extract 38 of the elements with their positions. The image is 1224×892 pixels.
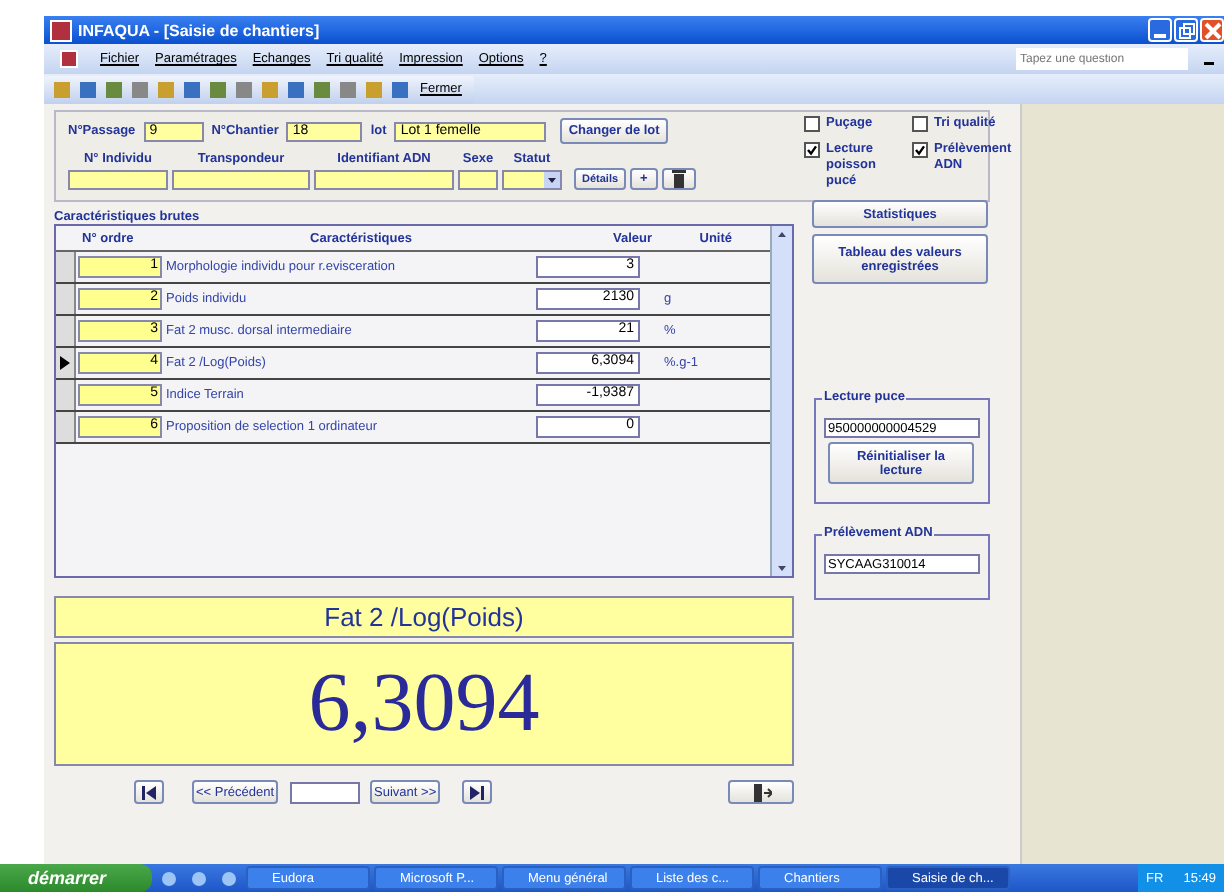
start-button[interactable]: démarrer [0, 864, 152, 892]
text-field[interactable] [172, 170, 310, 190]
quick-launch-icon[interactable] [162, 871, 176, 885]
checkbox[interactable] [804, 142, 820, 158]
restore-icon [1177, 21, 1195, 39]
record-selector[interactable] [56, 348, 76, 378]
checkbox[interactable] [912, 142, 928, 158]
delete-button[interactable] [661, 168, 696, 190]
close-icon [1203, 21, 1221, 39]
checkbox[interactable] [912, 116, 928, 132]
first-record-button[interactable] [134, 780, 164, 804]
first-icon [142, 785, 156, 799]
status-dropdown[interactable] [502, 170, 562, 190]
trash-icon [671, 170, 686, 188]
quick-launch-icon[interactable] [192, 871, 206, 885]
window-title: INFAQUA - [Saisie de chantiers] [78, 21, 322, 39]
text-field[interactable] [458, 170, 498, 190]
scrollbar[interactable] [770, 226, 792, 576]
app-icon [60, 50, 78, 68]
checkbox[interactable] [804, 116, 820, 132]
close-button[interactable] [1200, 18, 1224, 42]
scroll-down-icon[interactable] [774, 560, 790, 576]
text-field[interactable] [314, 170, 454, 190]
text-field[interactable] [68, 170, 168, 190]
record-field[interactable] [290, 781, 361, 803]
last-icon [470, 785, 485, 799]
restore-button[interactable] [1174, 18, 1198, 42]
dropdown-arrow-icon [544, 172, 560, 188]
quick-launch-icon[interactable] [222, 871, 236, 885]
minimize-button[interactable] [1148, 18, 1172, 42]
last-record-button[interactable] [462, 780, 493, 804]
door-exit-icon [751, 783, 772, 801]
characteristic-title: Fat 2 /Log(Poids) [54, 596, 794, 638]
minimize-icon [1154, 33, 1166, 37]
value-display: 6,3094 [54, 642, 794, 766]
exit-button[interactable] [728, 780, 794, 804]
app-icon [50, 19, 72, 41]
current-row-icon [60, 356, 70, 370]
